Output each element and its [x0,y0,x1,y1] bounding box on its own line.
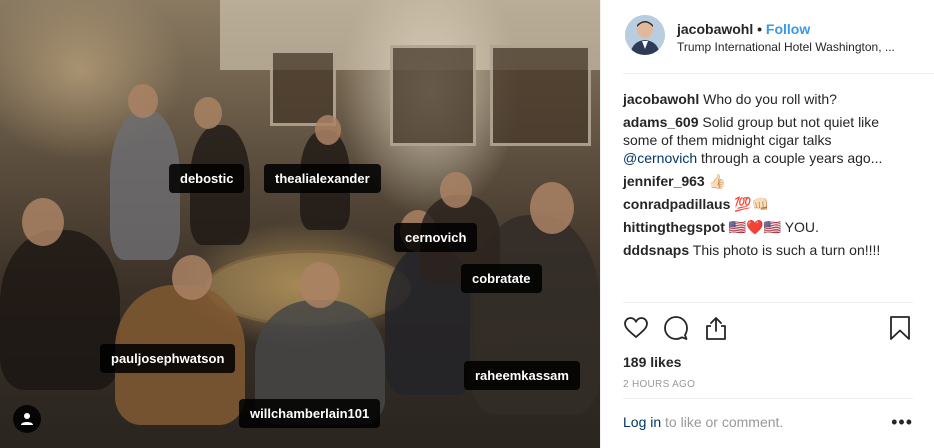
photo-tag[interactable]: willchamberlain101 [239,399,381,428]
comment-username[interactable]: adams_609 [623,114,699,130]
mention-link[interactable]: @cernovich [623,150,697,166]
avatar[interactable] [625,15,665,55]
photo-tag[interactable]: raheemkassam [464,361,580,390]
person-head [300,262,340,308]
comment-text: 👍🏻 [708,173,727,189]
login-link[interactable]: Log in [623,414,661,430]
photo-tag[interactable]: debostic [169,164,245,193]
comment-text: Who do you roll with? [703,91,837,107]
person-head [194,97,222,129]
person-head [440,172,472,208]
wall-mirror [490,45,591,146]
wall-mirror [390,45,476,146]
person-head [530,182,574,234]
action-icons [623,314,913,342]
location-link[interactable]: Trump International Hotel Washington, ..… [677,40,917,54]
comment-username[interactable]: dddsnaps [623,242,689,258]
comment-item: jacobawohl Who do you roll with? [623,90,903,108]
post-timestamp[interactable]: 2 HOURS AGO [623,379,913,390]
comment-icon[interactable] [663,315,689,341]
photo-tag[interactable]: pauljosephwatson [100,344,236,373]
comment-item: conradpadillaus 💯👊🏻 [623,195,903,213]
comment-item: dddsnaps This photo is such a turn on!!!… [623,241,903,259]
share-icon[interactable] [703,315,729,341]
comment-text: 🇺🇸❤️🇺🇸 YOU. [728,219,819,235]
comment-username[interactable]: jacobawohl [623,91,699,107]
comment-text-after: through a couple years ago... [701,150,883,166]
action-bar: 189 likes 2 HOURS AGO [623,302,913,390]
comment-username[interactable]: conradpadillaus [623,196,730,212]
post-sidebar: jacobawohl • Follow Trump International … [600,0,934,448]
bookmark-icon[interactable] [887,315,913,341]
person-icon[interactable] [13,405,41,433]
separator-dot: • [757,21,763,37]
post-photo[interactable]: debostic thealialexander cernovich cobra… [0,0,600,448]
photo-tag[interactable]: cobratate [461,264,542,293]
comment-text: This photo is such a turn on!!!! [692,242,881,258]
comment-username[interactable]: hittingthegspot [623,219,725,235]
login-text: to like or comment. [665,414,784,430]
person-head [315,115,341,145]
person-head [128,84,158,118]
instagram-post: debostic thealialexander cernovich cobra… [0,0,934,448]
comment-text: 💯👊🏻 [734,196,770,212]
person-head [172,255,212,300]
photo-tag[interactable]: thealialexander [264,164,381,193]
follow-button[interactable]: Follow [766,21,810,37]
header-username-line: jacobawohl • Follow [677,21,810,37]
heart-icon[interactable] [623,315,649,341]
comment-item: jennifer_963 👍🏻 [623,172,903,190]
photo-tag[interactable]: cernovich [394,223,478,252]
comment-list: jacobawohl Who do you roll with? adams_6… [623,90,903,264]
comment-item: adams_609 Solid group but not quiet like… [623,113,903,167]
more-options-icon[interactable]: ••• [891,412,913,433]
person-head [22,198,64,246]
comment-username[interactable]: jennifer_963 [623,173,705,189]
likes-count[interactable]: 189 likes [623,354,913,370]
post-header: jacobawohl • Follow Trump International … [623,0,934,74]
comment-item: hittingthegspot 🇺🇸❤️🇺🇸 YOU. [623,218,903,236]
login-prompt: Log in to like or comment. ••• [623,398,913,448]
username[interactable]: jacobawohl [677,21,753,37]
